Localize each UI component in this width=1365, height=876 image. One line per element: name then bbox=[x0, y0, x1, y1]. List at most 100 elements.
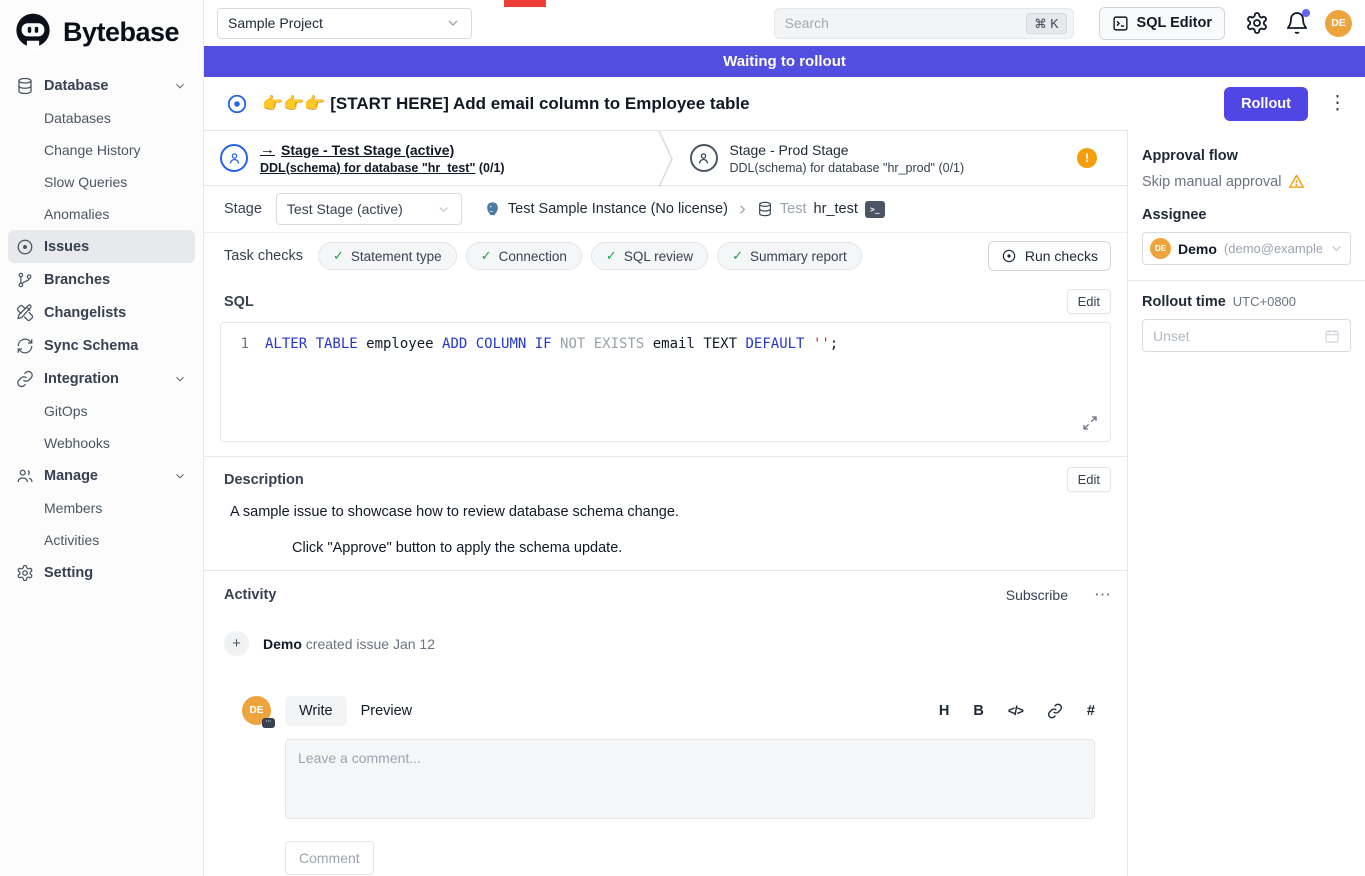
status-banner-text: Waiting to rollout bbox=[723, 53, 846, 70]
chevron-down-icon bbox=[173, 372, 187, 386]
sidebar-item-issues[interactable]: Issues bbox=[8, 230, 195, 263]
sql-editor-button[interactable]: SQL Editor bbox=[1099, 7, 1225, 40]
sidebar-item-gitops[interactable]: GitOps bbox=[8, 395, 195, 427]
notifications-bell-icon[interactable] bbox=[1285, 11, 1309, 35]
expand-icon[interactable] bbox=[1082, 415, 1098, 431]
check-icon: ✓ bbox=[333, 248, 344, 264]
target-icon bbox=[1001, 248, 1017, 264]
comment-editor: DE ··· Write Preview H B </> bbox=[224, 696, 1111, 875]
bytebase-logo-icon bbox=[12, 11, 54, 53]
code-icon[interactable]: </> bbox=[1008, 704, 1023, 718]
stage-select[interactable]: Test Stage (active) bbox=[276, 193, 462, 225]
task-checks-label: Task checks bbox=[224, 248, 303, 264]
stage-card-test[interactable]: →Stage - Test Stage (active) DDL(schema)… bbox=[204, 131, 658, 185]
task-checks-row: Task checks ✓ Statement type ✓ Connectio… bbox=[204, 233, 1127, 279]
description-line: A sample issue to showcase how to review… bbox=[230, 504, 1107, 520]
search-input[interactable] bbox=[785, 15, 1027, 31]
sidebar-item-anomalies[interactable]: Anomalies bbox=[8, 198, 195, 230]
environment-name: Test bbox=[780, 201, 807, 217]
check-pill-summary-report[interactable]: ✓ Summary report bbox=[717, 242, 862, 270]
sidebar-item-webhooks[interactable]: Webhooks bbox=[8, 427, 195, 459]
heading-icon[interactable]: H bbox=[939, 703, 949, 719]
description-section: Description Edit A sample issue to showc… bbox=[204, 456, 1127, 570]
brand-logo[interactable]: Bytebase bbox=[0, 0, 203, 67]
rollout-time-title: Rollout time bbox=[1142, 294, 1226, 310]
stage-card-prod[interactable]: Stage - Prod Stage DDL(schema) for datab… bbox=[674, 131, 1128, 185]
sidebar-item-members[interactable]: Members bbox=[8, 492, 195, 524]
terminal-icon bbox=[1112, 15, 1129, 32]
sidebar-item-label: Integration bbox=[44, 371, 163, 387]
sidebar-nav: Database Databases Change History Slow Q… bbox=[0, 67, 203, 591]
sidebar-item-changelists[interactable]: Changelists bbox=[8, 296, 195, 329]
link-icon bbox=[16, 370, 34, 388]
search-box[interactable]: ⌘ K bbox=[774, 8, 1074, 39]
open-sql-editor-icon[interactable]: >_ bbox=[865, 201, 885, 218]
project-select[interactable]: Sample Project bbox=[217, 8, 472, 39]
bold-icon[interactable]: B bbox=[973, 703, 983, 719]
instance-name[interactable]: Test Sample Instance (No license) bbox=[508, 201, 728, 217]
check-icon: ✓ bbox=[732, 248, 743, 264]
run-checks-button[interactable]: Run checks bbox=[988, 241, 1111, 271]
stage-title: Stage - Test Stage (active) bbox=[281, 142, 454, 158]
sidebar-item-sync-schema[interactable]: Sync Schema bbox=[8, 329, 195, 362]
sidebar-item-databases[interactable]: Databases bbox=[8, 102, 195, 134]
sidebar-item-label: Setting bbox=[44, 565, 187, 581]
link-icon[interactable] bbox=[1047, 703, 1063, 719]
comment-avatar: DE ··· bbox=[242, 696, 271, 725]
assignee-select[interactable]: DE Demo (demo@example bbox=[1142, 232, 1351, 265]
assignee-avatar: DE bbox=[1150, 238, 1171, 259]
sidebar-item-manage[interactable]: Manage bbox=[8, 459, 195, 492]
sidebar-item-label: Branches bbox=[44, 272, 187, 288]
tab-preview[interactable]: Preview bbox=[347, 696, 427, 726]
database-icon bbox=[16, 77, 34, 95]
chevron-down-icon bbox=[1329, 241, 1344, 256]
database-name[interactable]: hr_test bbox=[814, 201, 858, 217]
rollout-button[interactable]: Rollout bbox=[1224, 87, 1308, 121]
stage-subtitle: DDL(schema) for database "hr_test" bbox=[260, 161, 475, 175]
issue-main-column: →Stage - Test Stage (active) DDL(schema)… bbox=[204, 130, 1128, 876]
sql-section-header: SQL Edit bbox=[204, 279, 1127, 314]
sidebar-item-activities[interactable]: Activities bbox=[8, 524, 195, 556]
stage-subtitle: DDL(schema) for database "hr_prod" (0/1) bbox=[730, 161, 965, 175]
sql-code-block[interactable]: 1ALTER TABLE employee ADD COLUMN IF NOT … bbox=[220, 322, 1111, 442]
hash-icon[interactable]: # bbox=[1087, 703, 1095, 719]
sidebar: Bytebase Database Databases Change Histo… bbox=[0, 0, 204, 876]
sidebar-item-label: Issues bbox=[44, 239, 187, 255]
database-breadcrumb: Test Sample Instance (No license) Test h… bbox=[484, 201, 885, 218]
sidebar-item-setting[interactable]: Setting bbox=[8, 556, 195, 589]
comment-input[interactable] bbox=[285, 739, 1095, 819]
issue-sidebar-panel: Approval flow Skip manual approval Assig… bbox=[1128, 130, 1365, 876]
kebab-menu-icon[interactable]: ⋮ bbox=[1328, 92, 1347, 115]
plus-icon: + bbox=[224, 631, 249, 656]
settings-gear-icon[interactable] bbox=[1245, 11, 1269, 35]
sidebar-item-integration[interactable]: Integration bbox=[8, 362, 195, 395]
tab-write[interactable]: Write bbox=[285, 696, 347, 726]
status-banner: Waiting to rollout bbox=[204, 46, 1365, 77]
sidebar-item-database[interactable]: Database bbox=[8, 69, 195, 102]
notification-dot bbox=[1302, 9, 1310, 17]
sql-edit-button[interactable]: Edit bbox=[1067, 289, 1111, 314]
users-icon bbox=[16, 467, 34, 485]
subscribe-button[interactable]: Subscribe bbox=[1006, 587, 1068, 603]
sidebar-item-branches[interactable]: Branches bbox=[8, 263, 195, 296]
check-pill-connection[interactable]: ✓ Connection bbox=[466, 242, 582, 270]
check-pill-statement-type[interactable]: ✓ Statement type bbox=[318, 242, 457, 270]
rollout-time-value: Unset bbox=[1153, 328, 1190, 344]
rollout-time-picker[interactable]: Unset bbox=[1142, 319, 1351, 352]
sidebar-item-slow-queries[interactable]: Slow Queries bbox=[8, 166, 195, 198]
approval-flow-title: Approval flow bbox=[1142, 148, 1351, 164]
activity-text: created issue Jan 12 bbox=[302, 636, 435, 652]
warning-badge: ! bbox=[1077, 148, 1097, 168]
sidebar-item-change-history[interactable]: Change History bbox=[8, 134, 195, 166]
sidebar-item-label: Sync Schema bbox=[44, 338, 187, 354]
check-icon: ✓ bbox=[481, 248, 492, 264]
description-edit-button[interactable]: Edit bbox=[1067, 467, 1111, 492]
more-options-icon[interactable]: ⋯ bbox=[1094, 585, 1111, 605]
user-avatar[interactable]: DE bbox=[1325, 10, 1352, 37]
comment-button[interactable]: Comment bbox=[285, 841, 374, 875]
description-title: Description bbox=[224, 472, 304, 488]
stage-person-icon bbox=[220, 144, 248, 172]
check-pill-sql-review[interactable]: ✓ SQL review bbox=[591, 242, 708, 270]
postgres-icon bbox=[484, 201, 501, 218]
activity-actor: Demo bbox=[263, 636, 302, 652]
